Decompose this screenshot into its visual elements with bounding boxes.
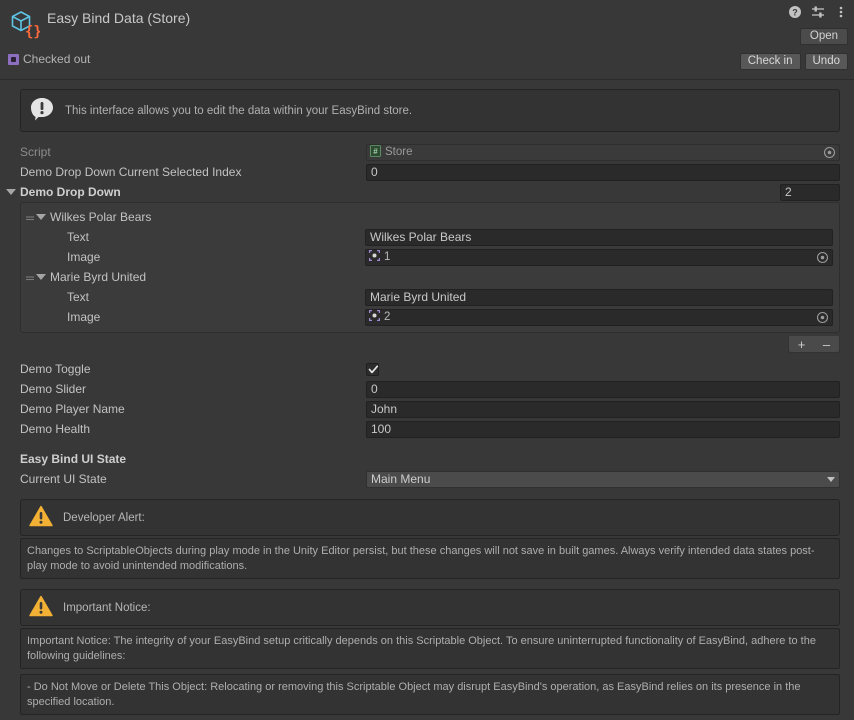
demo-health-input[interactable]: 100 xyxy=(366,420,840,438)
chevron-down-icon[interactable] xyxy=(36,214,46,220)
element-image-value: 1 xyxy=(384,251,391,263)
demo-slider-input[interactable]: 0 xyxy=(366,380,840,398)
inspector-header: {} Easy Bind Data (Store) ? xyxy=(0,0,854,80)
demo-health-label: Demo Health xyxy=(20,422,91,436)
chevron-down-icon xyxy=(827,476,835,482)
current-ui-state-row: Current UI State Main Menu xyxy=(0,469,854,489)
object-picker-icon[interactable] xyxy=(823,146,836,159)
svg-text:?: ? xyxy=(792,8,798,18)
developer-alert-title: Developer Alert: xyxy=(63,511,145,524)
svg-text:{}: {} xyxy=(25,24,40,40)
element-name: Wilkes Polar Bears xyxy=(50,210,152,224)
element-text-input[interactable]: Marie Byrd United xyxy=(365,288,833,306)
demo-toggle-row: Demo Toggle xyxy=(0,359,854,379)
demo-toggle-label: Demo Toggle xyxy=(20,362,91,376)
element-image-label: Image xyxy=(67,250,101,264)
selected-index-input[interactable]: 0 xyxy=(366,163,840,181)
warning-icon xyxy=(29,505,53,530)
developer-alert-helpbox: Developer Alert: xyxy=(20,499,840,536)
demo-dropdown-foldout-row[interactable]: Demo Drop Down 2 xyxy=(0,182,854,202)
check-in-button[interactable]: Check in xyxy=(739,53,801,70)
important-notice-title: Important Notice: xyxy=(63,601,151,614)
selected-index-label: Demo Drop Down Current Selected Index xyxy=(20,165,242,179)
svg-text:#: # xyxy=(373,147,378,156)
current-ui-state-label: Current UI State xyxy=(20,472,107,486)
add-element-button[interactable]: + xyxy=(789,336,814,352)
ui-state-section-header: Easy Bind UI State xyxy=(20,452,127,466)
element-text-label: Text xyxy=(67,290,90,304)
scriptable-object-icon: {} xyxy=(8,8,42,40)
array-add-remove-controls: + – xyxy=(0,336,840,353)
warning-icon xyxy=(29,595,53,620)
chevron-down-icon[interactable] xyxy=(36,274,46,280)
checked-out-label: Checked out xyxy=(23,52,91,66)
demo-slider-row: Demo Slider 0 xyxy=(0,379,854,399)
element-image-object-field[interactable]: 1 xyxy=(365,248,833,266)
help-icon[interactable]: ? xyxy=(788,5,802,19)
inspector-body: This interface allows you to edit the da… xyxy=(0,89,854,720)
preset-settings-icon[interactable] xyxy=(811,5,825,19)
header-tool-icons: ? xyxy=(788,5,848,19)
demo-player-name-row: Demo Player Name John xyxy=(0,399,854,419)
selected-index-row: Demo Drop Down Current Selected Index 0 xyxy=(0,162,854,182)
info-helpbox: This interface allows you to edit the da… xyxy=(20,89,840,132)
element-text-label: Text xyxy=(67,230,90,244)
current-ui-state-dropdown[interactable]: Main Menu xyxy=(366,470,840,488)
demo-dropdown-array: Wilkes Polar Bears Text Wilkes Polar Bea… xyxy=(20,202,840,333)
array-element-header[interactable]: Marie Byrd United xyxy=(21,267,839,287)
element-text-row: Text Marie Byrd United xyxy=(21,287,839,307)
element-text-row: Text Wilkes Polar Bears xyxy=(21,227,839,247)
demo-health-row: Demo Health 100 xyxy=(0,419,854,439)
important-notice-rule-one: - Do Not Move or Delete This Object: Rel… xyxy=(20,674,840,715)
demo-player-name-label: Demo Player Name xyxy=(20,402,125,416)
checked-out-status: Checked out xyxy=(8,52,90,66)
demo-toggle-checkbox[interactable] xyxy=(366,362,379,378)
remove-element-button[interactable]: – xyxy=(814,336,839,352)
demo-dropdown-label: Demo Drop Down xyxy=(20,185,121,199)
chevron-down-icon[interactable] xyxy=(6,189,16,195)
important-notice-helpbox: Important Notice: xyxy=(20,589,840,626)
drag-handle-icon[interactable] xyxy=(25,272,35,282)
script-object-field[interactable]: # Store xyxy=(366,143,840,161)
array-element-header[interactable]: Wilkes Polar Bears xyxy=(21,207,839,227)
cs-script-icon: # xyxy=(370,144,381,160)
element-name: Marie Byrd United xyxy=(50,270,147,284)
check-icon xyxy=(368,364,379,378)
drag-handle-icon[interactable] xyxy=(25,212,35,222)
element-image-value: 2 xyxy=(384,311,391,323)
checkout-lock-icon xyxy=(8,53,19,65)
page-title: Easy Bind Data (Store) xyxy=(47,10,191,26)
version-control-buttons: Check in Undo xyxy=(739,53,848,70)
element-image-object-field[interactable]: 2 xyxy=(365,308,833,326)
array-size-input[interactable]: 2 xyxy=(780,183,840,201)
element-image-label: Image xyxy=(67,310,101,324)
script-row: Script # Store xyxy=(0,142,854,162)
undo-button[interactable]: Undo xyxy=(804,53,848,70)
developer-alert-body: Changes to ScriptableObjects during play… xyxy=(20,538,840,579)
current-ui-state-value: Main Menu xyxy=(371,472,431,486)
sprite-icon xyxy=(369,250,380,264)
script-label: Script xyxy=(20,145,51,159)
demo-slider-label: Demo Slider xyxy=(20,382,87,396)
script-value: Store xyxy=(385,146,413,158)
ui-state-section-header-row: Easy Bind UI State xyxy=(0,449,854,469)
important-notice-intro: Important Notice: The integrity of your … xyxy=(20,628,840,669)
element-image-row: Image 2 xyxy=(21,307,839,327)
sprite-icon xyxy=(369,310,380,324)
info-message: This interface allows you to edit the da… xyxy=(65,104,413,117)
demo-player-name-input[interactable]: John xyxy=(366,400,840,418)
open-button[interactable]: Open xyxy=(800,28,848,45)
element-image-row: Image 1 xyxy=(21,247,839,267)
object-picker-icon[interactable] xyxy=(816,251,829,264)
element-text-input[interactable]: Wilkes Polar Bears xyxy=(365,228,833,246)
info-icon xyxy=(29,96,55,125)
more-menu-icon[interactable] xyxy=(834,5,848,19)
object-picker-icon[interactable] xyxy=(816,311,829,324)
